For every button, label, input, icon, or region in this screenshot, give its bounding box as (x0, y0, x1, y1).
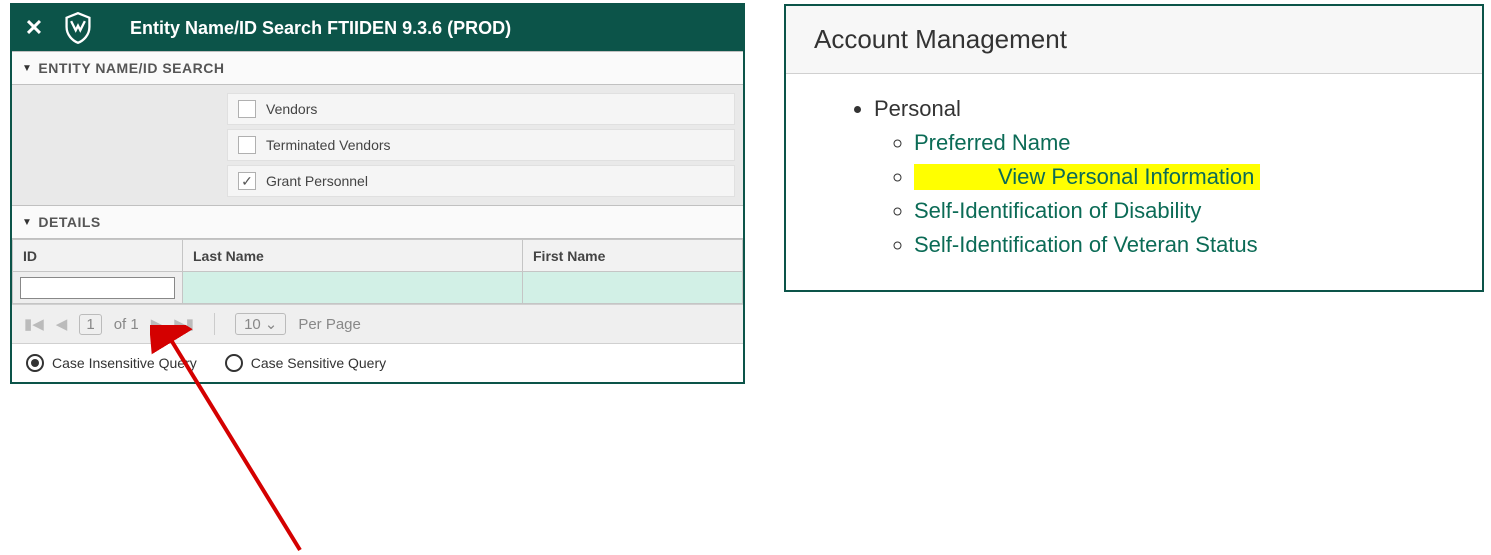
account-management-panel: Account Management Personal Preferred Na… (784, 4, 1484, 292)
next-page-icon[interactable]: ▶ (151, 315, 163, 333)
checkbox-icon (238, 136, 256, 154)
tree-item-view-personal-info[interactable]: View Personal Information (914, 160, 1472, 194)
page-size-value: 10 (244, 316, 261, 333)
tree-item-self-id-disability[interactable]: Self-Identification of Disability (914, 194, 1472, 228)
collapse-icon: ▼ (22, 63, 32, 74)
checkbox-label: Terminated Vendors (266, 137, 391, 153)
window-title: Entity Name/ID Search FTIIDEN 9.3.6 (PRO… (130, 18, 511, 39)
checkbox-grant-personnel[interactable]: Grant Personnel (227, 165, 735, 197)
link[interactable]: View Personal Information (998, 164, 1254, 189)
prev-page-icon[interactable]: ◀ (56, 315, 68, 333)
radio-icon (225, 354, 243, 372)
last-page-icon[interactable]: ▶▮ (174, 315, 194, 333)
chevron-down-icon: ⌄ (265, 315, 278, 333)
checkbox-label: Vendors (266, 101, 317, 117)
link[interactable]: Preferred Name (914, 130, 1071, 155)
col-firstname[interactable]: First Name (523, 240, 743, 272)
checkbox-icon (238, 172, 256, 190)
checkbox-vendors[interactable]: Vendors (227, 93, 735, 125)
checkbox-icon (238, 100, 256, 118)
radio-case-insensitive[interactable]: Case Insensitive Query (26, 354, 197, 372)
checkbox-label: Grant Personnel (266, 173, 368, 189)
section-details[interactable]: ▼ DETAILS (12, 205, 743, 239)
col-lastname[interactable]: Last Name (183, 240, 523, 272)
cell-lastname[interactable] (183, 272, 523, 304)
nav-tree: Personal Preferred Name View Personal In… (786, 74, 1482, 290)
ftiiden-window: ✕ Entity Name/ID Search FTIIDEN 9.3.6 (P… (10, 3, 745, 384)
radio-icon (26, 354, 44, 372)
page-size-select[interactable]: 10 ⌄ (235, 313, 286, 335)
col-id[interactable]: ID (13, 240, 183, 272)
checkbox-terminated-vendors[interactable]: Terminated Vendors (227, 129, 735, 161)
tree-root-label: Personal (874, 96, 961, 121)
radio-label: Case Insensitive Query (52, 355, 197, 371)
page-of-label: of 1 (114, 316, 139, 333)
details-table: ID Last Name First Name (12, 239, 743, 304)
panel-title: Account Management (786, 6, 1482, 74)
radio-label: Case Sensitive Query (251, 355, 386, 371)
page-number[interactable]: 1 (79, 314, 101, 335)
link[interactable]: Self-Identification of Veteran Status (914, 232, 1258, 257)
radio-case-sensitive[interactable]: Case Sensitive Query (225, 354, 386, 372)
table-row (13, 272, 743, 304)
link[interactable]: Self-Identification of Disability (914, 198, 1201, 223)
checkbox-area: Vendors Terminated Vendors Grant Personn… (12, 85, 743, 205)
cell-firstname[interactable] (523, 272, 743, 304)
tree-item-preferred-name[interactable]: Preferred Name (914, 126, 1472, 160)
query-options: Case Insensitive Query Case Sensitive Qu… (12, 343, 743, 382)
section-label: ENTITY NAME/ID SEARCH (38, 60, 224, 76)
section-entity-search[interactable]: ▼ ENTITY NAME/ID SEARCH (12, 51, 743, 85)
first-page-icon[interactable]: ▮◀ (24, 315, 44, 333)
collapse-icon: ▼ (22, 217, 32, 228)
pager: ▮◀ ◀ 1 of 1 ▶ ▶▮ 10 ⌄ Per Page (12, 304, 743, 343)
per-page-label: Per Page (298, 316, 361, 333)
section-label: DETAILS (38, 214, 100, 230)
table-header-row: ID Last Name First Name (13, 240, 743, 272)
shield-icon (64, 12, 92, 44)
tree-root-personal: Personal Preferred Name View Personal In… (874, 92, 1472, 266)
close-icon[interactable]: ✕ (22, 15, 46, 41)
title-bar: ✕ Entity Name/ID Search FTIIDEN 9.3.6 (P… (12, 5, 743, 51)
tree-item-self-id-veteran[interactable]: Self-Identification of Veteran Status (914, 228, 1472, 262)
id-input[interactable] (20, 277, 175, 299)
divider (214, 313, 215, 335)
